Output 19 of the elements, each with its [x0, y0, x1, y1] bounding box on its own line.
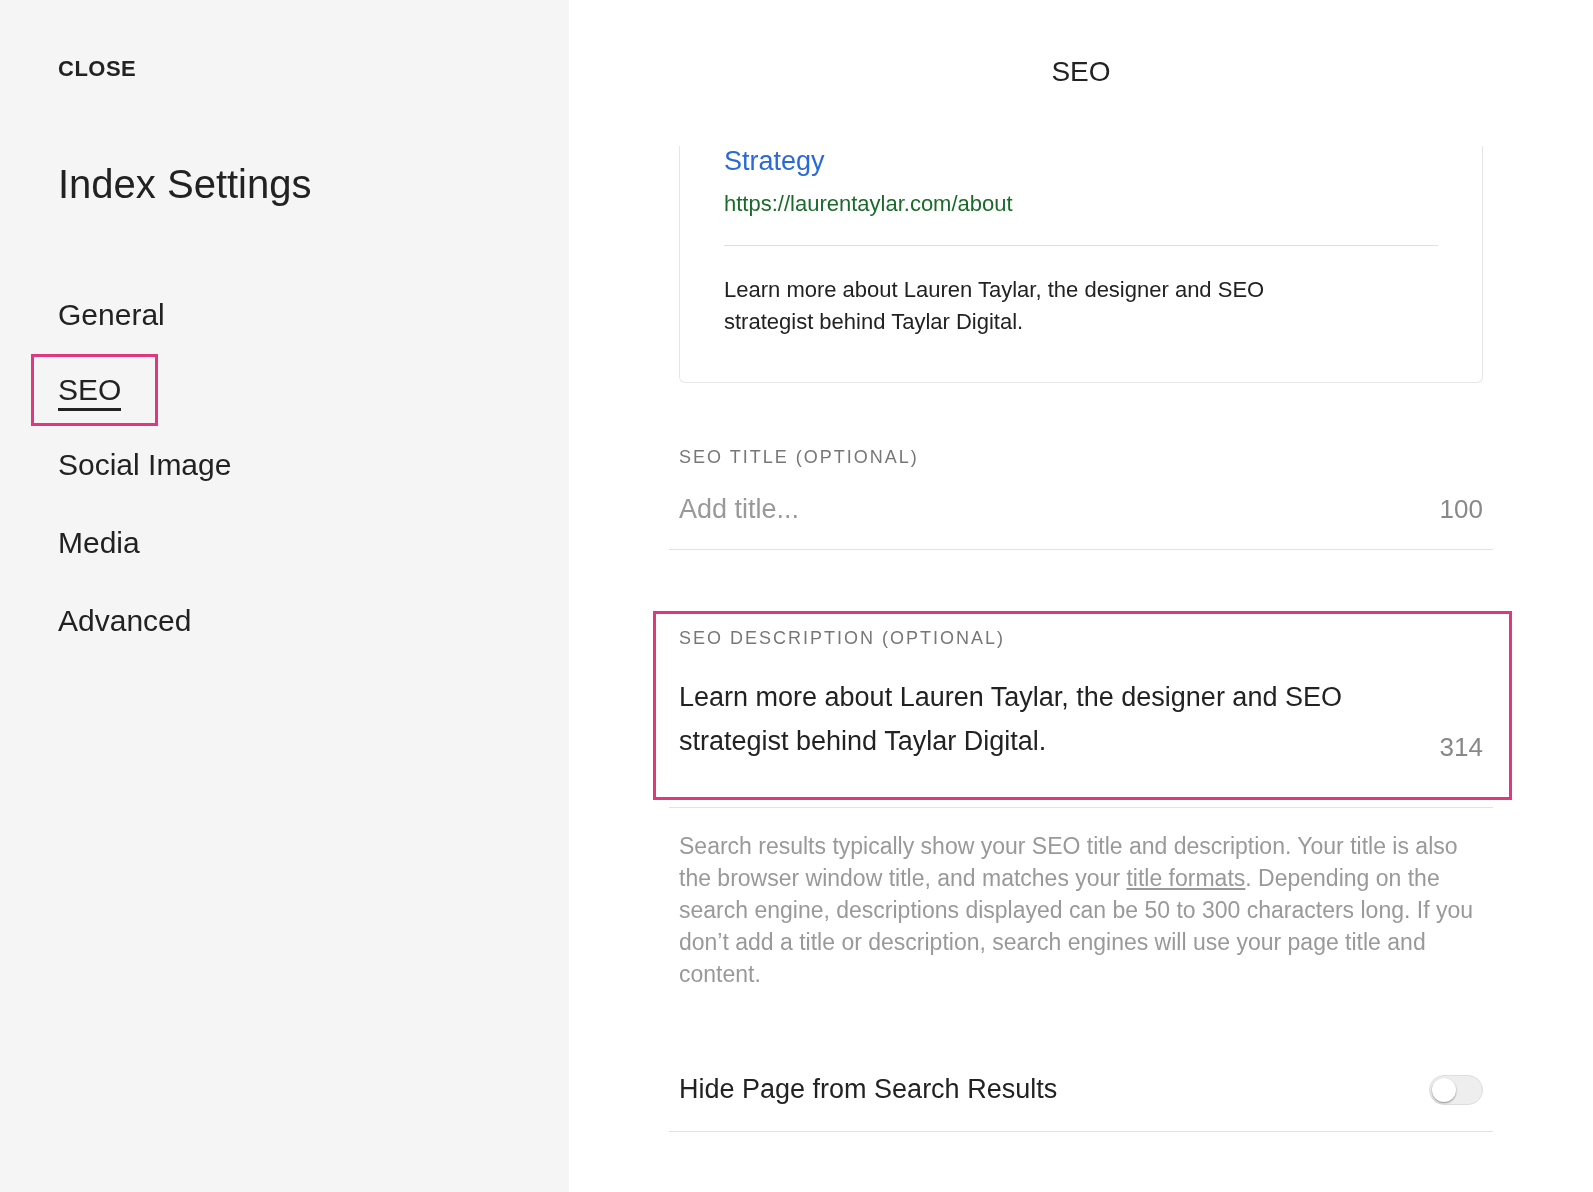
- toggle-label: Hide Page from Search Results: [679, 1074, 1058, 1105]
- nav-item[interactable]: SEO: [31, 354, 159, 426]
- field-label: SEO DESCRIPTION (OPTIONAL): [679, 628, 1006, 649]
- toggle-switch[interactable]: [1429, 1074, 1483, 1105]
- field-label: SEO TITLE (OPTIONAL): [679, 447, 919, 468]
- character-counter: 100: [1439, 494, 1483, 525]
- panel-title: SEO: [1050, 56, 1112, 88]
- nav-item[interactable]: Advanced: [55, 601, 195, 641]
- help-text: Search results typically show your SEO title and description. Your title is also the browser window title, and matches your title formats. Depending on the search engine, descriptions displayed can be 50 to 300 characters long. If you don’t add a title or description, search engines will use your page title and content.: [679, 832, 1474, 989]
- nav-item[interactable]: General: [55, 295, 168, 335]
- sidebar-title: Index Settings: [58, 162, 313, 207]
- nav-item[interactable]: Media: [55, 523, 143, 563]
- description-input[interactable]: Learn more about Lauren Taylar, the designer and SEO strategist behind Taylar Digital.: [679, 675, 1410, 763]
- nav-item[interactable]: Social Image: [55, 445, 235, 485]
- close-link[interactable]: CLOSE: [58, 56, 137, 82]
- preview-title: Strategy: [724, 146, 826, 177]
- preview-url: https://laurentaylar.com/about: [724, 191, 1013, 217]
- character-counter: 314: [1439, 732, 1483, 763]
- preview-description: Learn more about Lauren Taylar, the designer and SEO strategist behind Taylar Digital.: [724, 245, 1438, 344]
